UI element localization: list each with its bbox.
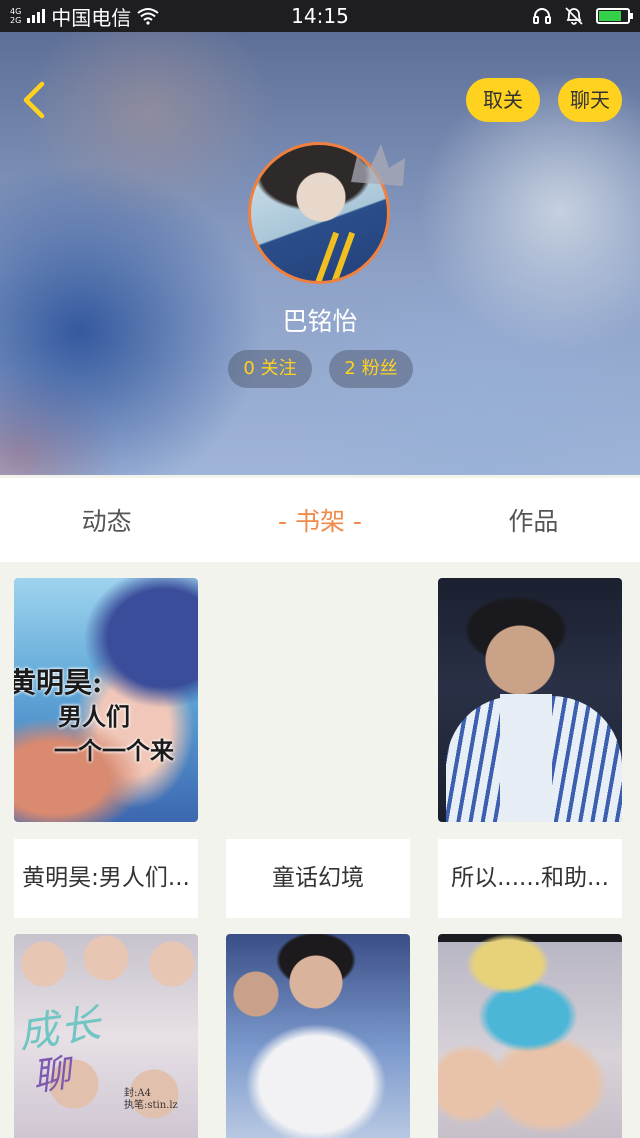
battery-icon <box>596 8 633 24</box>
chevron-left-icon[interactable] <box>16 78 56 122</box>
book-cover[interactable]: 成长 聊 封:A4 执笔:stin.lz <box>14 934 198 1138</box>
unfollow-button[interactable]: 取关 <box>466 78 540 122</box>
mute-icon <box>565 7 583 25</box>
chat-button[interactable]: 聊天 <box>558 78 622 122</box>
book-title[interactable]: 所以......和助... <box>438 839 622 918</box>
profile-header: 取关 聊天 巴铭怡 0 关注 2 粉丝 <box>0 32 640 475</box>
profile-tabs: 动态 - 书架 - 作品 <box>0 478 640 562</box>
book-cover[interactable] <box>226 934 410 1138</box>
battery-fill <box>599 11 622 21</box>
username: 巴铭怡 <box>282 307 358 336</box>
book-title[interactable]: 童话幻境 <box>226 839 410 918</box>
book-title[interactable]: 黄明昊:男人们... <box>14 839 198 918</box>
cover-script: 聊 <box>29 1050 74 1100</box>
cover-title: 黄明昊: 男人们 一个一个来 <box>14 666 174 765</box>
fans-count[interactable]: 2 粉丝 <box>329 350 413 388</box>
cover-credits: 封:A4 执笔:stin.lz <box>124 1088 178 1111</box>
tab-works[interactable]: 作品 <box>427 502 640 538</box>
tab-activity[interactable]: 动态 <box>0 502 213 538</box>
bookshelf-grid: 黄明昊: 男人们 一个一个来 黄明昊:男人们... 童话幻境 所以......和… <box>0 562 640 1138</box>
status-bar: 4G 2G 中国电信 14:15 <box>0 0 640 32</box>
tab-bookshelf[interactable]: - 书架 - <box>213 502 426 538</box>
status-right <box>532 0 633 32</box>
following-count[interactable]: 0 关注 <box>228 350 312 388</box>
book-cover[interactable]: 黄明昊: 男人们 一个一个来 <box>14 578 198 822</box>
book-cover[interactable] <box>438 934 622 1138</box>
headset-icon <box>533 8 551 24</box>
book-cover[interactable] <box>438 578 622 822</box>
cover-figure-shirt <box>500 694 552 822</box>
crown-icon <box>351 144 405 186</box>
